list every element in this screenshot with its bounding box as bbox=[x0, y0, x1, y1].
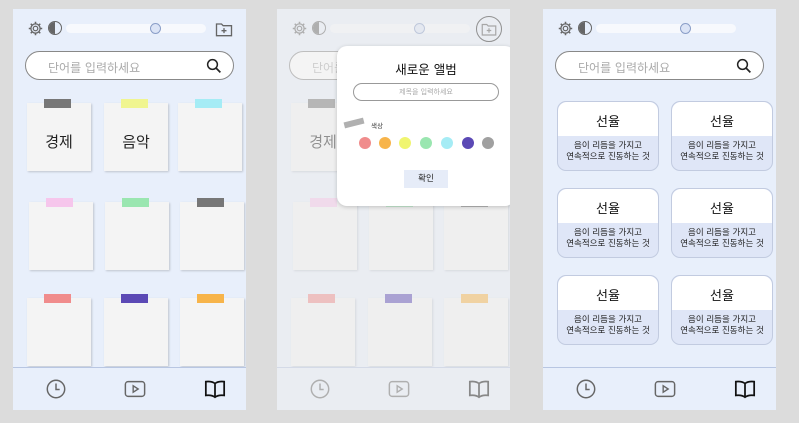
color-swatch[interactable] bbox=[462, 137, 474, 149]
card-title: 선율 bbox=[596, 289, 620, 304]
album-note[interactable] bbox=[105, 198, 169, 270]
word-card[interactable]: 선율음이 리듬을 가지고 연속적으로 진동하는 것 bbox=[671, 188, 773, 258]
album-note[interactable] bbox=[104, 294, 168, 366]
word-card[interactable]: 선율음이 리듬을 가지고 연속적으로 진동하는 것 bbox=[671, 101, 773, 171]
new-album-screen: 단어를 입력하세요 경제 새로운 앨범 제목을 입력하세요 색상 확인 bbox=[277, 9, 510, 410]
top-bar bbox=[543, 19, 776, 39]
add-album-icon[interactable] bbox=[214, 19, 234, 39]
search-bar[interactable]: 단어를 입력하세요 bbox=[25, 51, 234, 80]
card-description: 음이 리듬을 가지고 연속적으로 진동하는 것 bbox=[680, 228, 764, 249]
card-description: 음이 리듬을 가지고 연속적으로 진동하는 것 bbox=[566, 141, 650, 162]
search-icon[interactable] bbox=[205, 57, 223, 75]
album-title-input[interactable]: 제목을 입력하세요 bbox=[353, 83, 499, 101]
color-label: 색상 bbox=[371, 122, 383, 130]
top-bar bbox=[13, 19, 246, 39]
word-card[interactable]: 선율음이 리듬을 가지고 연속적으로 진동하는 것 bbox=[557, 188, 659, 258]
new-album-modal: 새로운 앨범 제목을 입력하세요 색상 확인 bbox=[337, 46, 510, 206]
confirm-button[interactable]: 확인 bbox=[404, 170, 448, 188]
play-icon[interactable] bbox=[123, 378, 147, 400]
card-title: 선율 bbox=[710, 202, 734, 217]
contrast-icon[interactable] bbox=[578, 21, 592, 35]
tape-strip bbox=[46, 198, 73, 207]
tape-strip bbox=[122, 198, 149, 207]
tape-strip bbox=[121, 294, 148, 303]
tape-strip bbox=[197, 198, 224, 207]
album-note[interactable] bbox=[180, 198, 244, 270]
color-swatch[interactable] bbox=[482, 137, 494, 149]
card-title: 선율 bbox=[596, 115, 620, 130]
size-slider[interactable] bbox=[596, 23, 736, 34]
album-grid-screen: 단어를 입력하세요 경제 음악 bbox=[13, 9, 246, 410]
color-swatch[interactable] bbox=[420, 137, 432, 149]
book-icon[interactable] bbox=[733, 378, 757, 400]
gear-icon[interactable] bbox=[27, 20, 44, 37]
album-note[interactable] bbox=[29, 198, 93, 270]
clock-icon[interactable] bbox=[44, 378, 68, 400]
card-title: 선율 bbox=[710, 115, 734, 130]
search-bar[interactable]: 단어를 입력하세요 bbox=[555, 51, 764, 80]
tape-strip bbox=[197, 294, 224, 303]
word-card[interactable]: 선율음이 리듬을 가지고 연속적으로 진동하는 것 bbox=[557, 275, 659, 345]
album-title-placeholder: 제목을 입력하세요 bbox=[399, 88, 453, 96]
tape-strip bbox=[44, 99, 71, 108]
bottom-nav bbox=[13, 367, 246, 410]
card-title: 선율 bbox=[710, 289, 734, 304]
color-swatch[interactable] bbox=[379, 137, 391, 149]
modal-title: 새로운 앨범 bbox=[395, 62, 457, 77]
color-swatch[interactable] bbox=[359, 137, 371, 149]
album-note[interactable]: 경제 bbox=[27, 99, 91, 171]
search-icon[interactable] bbox=[735, 57, 753, 75]
contrast-icon[interactable] bbox=[48, 21, 62, 35]
album-label: 경제 bbox=[45, 133, 73, 151]
search-input[interactable]: 단어를 입력하세요 bbox=[48, 59, 140, 76]
album-note[interactable] bbox=[180, 294, 244, 366]
word-card[interactable]: 선율음이 리듬을 가지고 연속적으로 진동하는 것 bbox=[671, 275, 773, 345]
card-description: 음이 리듬을 가지고 연속적으로 진동하는 것 bbox=[680, 141, 764, 162]
tape-strip bbox=[195, 99, 222, 108]
card-description: 음이 리듬을 가지고 연속적으로 진동하는 것 bbox=[566, 315, 650, 336]
album-note[interactable]: 음악 bbox=[104, 99, 168, 171]
gear-icon[interactable] bbox=[557, 20, 574, 37]
card-description: 음이 리듬을 가지고 연속적으로 진동하는 것 bbox=[566, 228, 650, 249]
search-input[interactable]: 단어를 입력하세요 bbox=[578, 59, 670, 76]
clock-icon[interactable] bbox=[574, 378, 598, 400]
album-note[interactable] bbox=[178, 99, 242, 171]
color-swatch[interactable] bbox=[399, 137, 411, 149]
color-swatch[interactable] bbox=[441, 137, 453, 149]
tape-strip bbox=[44, 294, 71, 303]
bottom-nav bbox=[543, 367, 776, 410]
card-description: 음이 리듬을 가지고 연속적으로 진동하는 것 bbox=[680, 315, 764, 336]
word-card[interactable]: 선율음이 리듬을 가지고 연속적으로 진동하는 것 bbox=[557, 101, 659, 171]
book-icon[interactable] bbox=[203, 378, 227, 400]
color-tag-icon bbox=[343, 117, 365, 129]
word-cards-screen: 단어를 입력하세요 선율 음이 리듬을 가지고 연속적으로 진동하는 것 선율 음이 … bbox=[543, 9, 776, 410]
slider-thumb[interactable] bbox=[149, 23, 161, 34]
play-icon[interactable] bbox=[653, 378, 677, 400]
album-label: 음악 bbox=[122, 133, 150, 151]
card-title: 선율 bbox=[596, 202, 620, 217]
size-slider[interactable] bbox=[66, 23, 206, 34]
album-note[interactable] bbox=[27, 294, 91, 366]
slider-thumb[interactable] bbox=[679, 23, 691, 34]
tape-strip bbox=[121, 99, 148, 108]
